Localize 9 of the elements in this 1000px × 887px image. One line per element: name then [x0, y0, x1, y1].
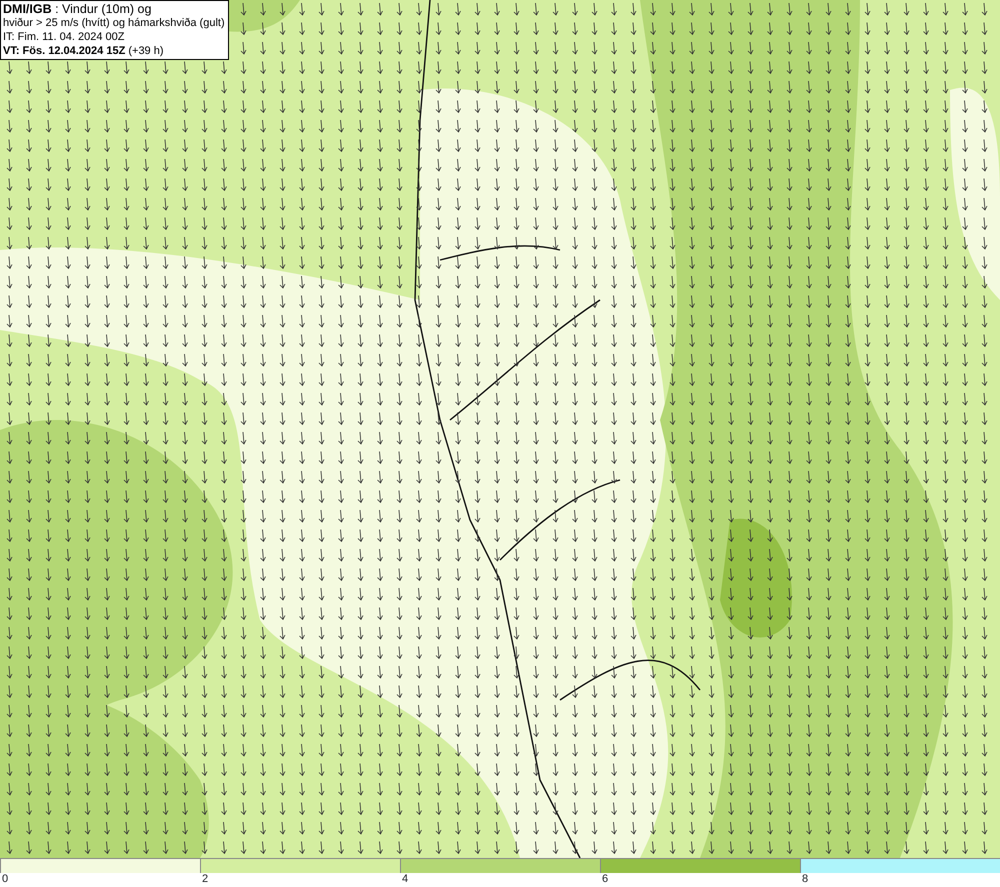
scale-label: 2	[202, 872, 208, 886]
scale-label: 0	[2, 872, 8, 886]
map-subtitle: hviður > 25 m/s (hvítt) og hámarkshviða (gult)	[3, 16, 226, 30]
issue-time: IT: Fim. 11. 04. 2024 00Z	[3, 30, 126, 44]
scale-label: 6	[602, 872, 608, 886]
map-title: DMI/IGB : Vindur (10m) og	[3, 2, 152, 16]
scale-label: 8	[802, 872, 808, 886]
scale-label: 4	[402, 872, 408, 886]
valid-time: VT: Fös. 12.04.2024 15Z (+39 h)	[3, 44, 165, 58]
